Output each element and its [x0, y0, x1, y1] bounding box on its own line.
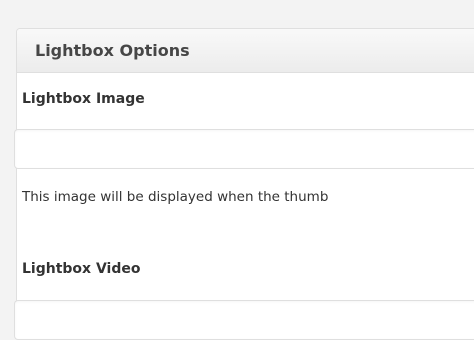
panel-title: Lightbox Options — [35, 41, 190, 60]
panel-header[interactable]: Lightbox Options — [17, 29, 474, 73]
lightbox-video-input[interactable] — [14, 300, 474, 340]
lightbox-image-description: This image will be displayed when the th… — [22, 189, 329, 205]
lightbox-video-label: Lightbox Video — [22, 261, 141, 277]
lightbox-image-label: Lightbox Image — [22, 91, 145, 107]
lightbox-image-input[interactable] — [14, 129, 474, 169]
lightbox-options-panel: Lightbox Options — [16, 28, 474, 328]
